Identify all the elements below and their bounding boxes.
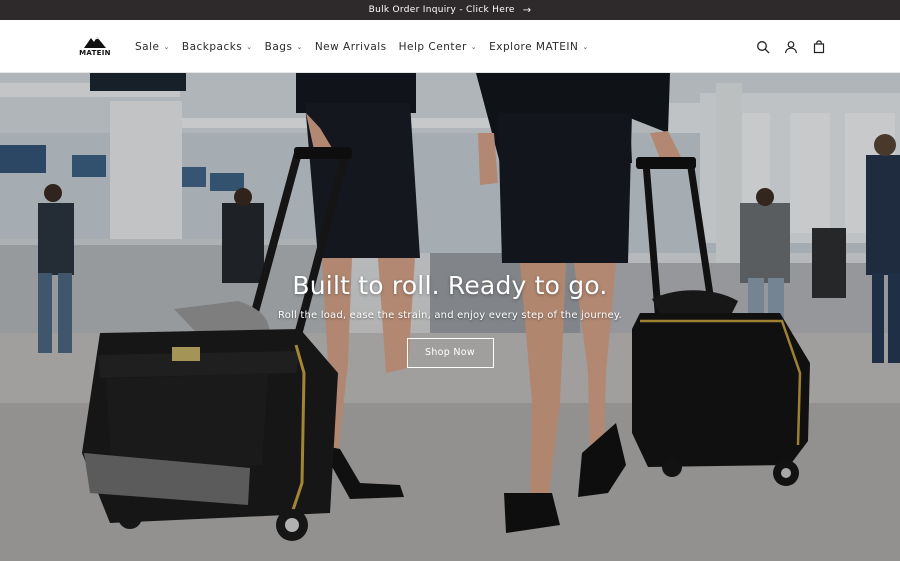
nav-item-explore-matein[interactable]: Explore MATEIN ⌄ xyxy=(489,41,589,53)
chevron-down-icon: ⌄ xyxy=(470,42,478,51)
nav-item-label: Explore MATEIN xyxy=(489,40,579,53)
nav-item-sale[interactable]: Sale ⌄ xyxy=(135,41,170,53)
shop-now-button[interactable]: Shop Now xyxy=(406,338,494,368)
announcement-text[interactable]: Bulk Order Inquiry - Click Here xyxy=(369,5,515,15)
account-icon[interactable] xyxy=(782,38,800,56)
site-header: MATEIN Sale ⌄ Backpacks ⌄ Bags ⌄ New Arr… xyxy=(0,20,900,73)
search-icon[interactable] xyxy=(754,38,772,56)
nav-item-label: Sale xyxy=(135,40,160,53)
logo[interactable]: MATEIN xyxy=(78,36,112,60)
nav-item-label: Help Center xyxy=(398,40,467,53)
nav-item-help-center[interactable]: Help Center ⌄ xyxy=(399,41,478,53)
logo-text: MATEIN xyxy=(79,49,111,57)
nav-item-label: Backpacks xyxy=(181,40,243,53)
cart-icon[interactable] xyxy=(810,38,828,56)
mountain-logo-icon xyxy=(84,37,106,48)
nav-item-new-arrivals[interactable]: New Arrivals xyxy=(315,41,387,53)
nav-item-label: Bags xyxy=(264,40,293,53)
hero-title: Built to roll. Ready to go. xyxy=(292,271,608,300)
hero-subtitle: Roll the load, ease the strain, and enjo… xyxy=(278,310,622,321)
nav-item-label: New Arrivals xyxy=(314,40,387,53)
chevron-down-icon: ⌄ xyxy=(296,42,303,51)
header-icons xyxy=(744,20,828,73)
announcement-bar[interactable]: Bulk Order Inquiry - Click Here → xyxy=(0,0,900,20)
nav-item-backpacks[interactable]: Backpacks ⌄ xyxy=(182,41,253,53)
main-nav: Sale ⌄ Backpacks ⌄ Bags ⌄ New Arrivals H… xyxy=(135,20,601,73)
hero-content: Built to roll. Ready to go. Roll the loa… xyxy=(0,271,900,368)
nav-item-bags[interactable]: Bags ⌄ xyxy=(265,41,303,53)
chevron-down-icon: ⌄ xyxy=(163,42,170,51)
chevron-down-icon: ⌄ xyxy=(582,42,589,51)
arrow-right-icon[interactable]: → xyxy=(523,5,532,16)
hero-banner: Built to roll. Ready to go. Roll the loa… xyxy=(0,73,900,561)
chevron-down-icon: ⌄ xyxy=(246,42,253,51)
